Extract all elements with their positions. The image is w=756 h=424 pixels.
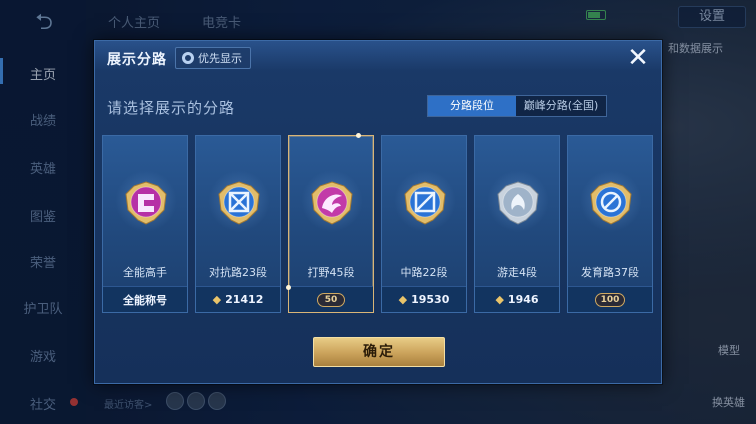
card-label: 全能高手	[123, 266, 167, 279]
card-footer: 全能称号	[103, 286, 187, 312]
mid-lane-icon	[404, 181, 446, 225]
lane-display-modal: 展示分路 优先显示 ✕ 请选择展示的分路 分路段位 巅峰分路(全国) 全能高手 …	[94, 40, 662, 384]
star-count-plaque: 100	[594, 292, 626, 307]
clash-lane-icon	[218, 181, 260, 225]
jungle-lane-icon	[311, 181, 353, 225]
roam-lane-icon	[497, 181, 539, 225]
card-label: 对抗路23段	[209, 266, 267, 279]
modal-subtitle: 请选择展示的分路	[107, 99, 236, 117]
lane-cards: 全能高手 全能称号 对抗路23段 ◆ 21412 打野45段 50 中路22段 …	[102, 133, 658, 315]
card-footer: 100	[568, 286, 652, 312]
confirm-button[interactable]: 确定	[313, 337, 445, 367]
points-icon: ◆	[398, 293, 408, 306]
card-label: 中路22段	[400, 266, 448, 279]
lane-card-mid[interactable]: 中路22段 ◆ 19530	[381, 135, 467, 313]
card-label: 游走4段	[497, 266, 537, 279]
card-footer-value: 19530	[411, 293, 450, 306]
points-icon: ◆	[495, 293, 504, 306]
card-footer: ◆ 19530	[382, 286, 466, 312]
gear-icon	[182, 52, 194, 64]
card-footer-value: 21412	[225, 293, 264, 306]
card-footer: ◆ 1946	[475, 286, 559, 312]
tab-lane-rank[interactable]: 分路段位	[428, 96, 516, 116]
card-label: 打野45段	[307, 266, 355, 279]
card-footer: ◆ 21412	[196, 286, 280, 312]
points-icon: ◆	[212, 293, 222, 306]
card-footer-value: 50	[324, 294, 338, 305]
all-round-lane-icon	[125, 181, 167, 225]
close-icon[interactable]: ✕	[623, 43, 653, 73]
lane-card-farm[interactable]: 发育路37段 100	[567, 135, 653, 313]
selection-corner-dot	[356, 133, 361, 138]
card-footer-value: 100	[600, 294, 620, 305]
card-footer: 50	[289, 286, 373, 312]
priority-display-label: 优先显示	[198, 52, 242, 65]
lane-card-clash[interactable]: 对抗路23段 ◆ 21412	[195, 135, 281, 313]
farm-lane-icon	[590, 181, 632, 225]
tab-peak-lane[interactable]: 巅峰分路(全国)	[516, 96, 606, 116]
card-footer-value: 1946	[507, 293, 539, 306]
modal-title: 展示分路	[107, 52, 167, 68]
segment-toggle: 分路段位 巅峰分路(全国)	[427, 95, 607, 117]
priority-display-button[interactable]: 优先显示	[175, 47, 251, 69]
lane-card-all-round[interactable]: 全能高手 全能称号	[102, 135, 188, 313]
card-label: 发育路37段	[581, 266, 639, 279]
selection-corner-dot	[286, 285, 291, 290]
star-count-plaque: 50	[317, 292, 345, 307]
card-footer-value: 全能称号	[123, 293, 167, 307]
lane-card-jungle[interactable]: 打野45段 50	[286, 133, 374, 313]
lane-card-roam[interactable]: 游走4段 ◆ 1946	[474, 135, 560, 313]
